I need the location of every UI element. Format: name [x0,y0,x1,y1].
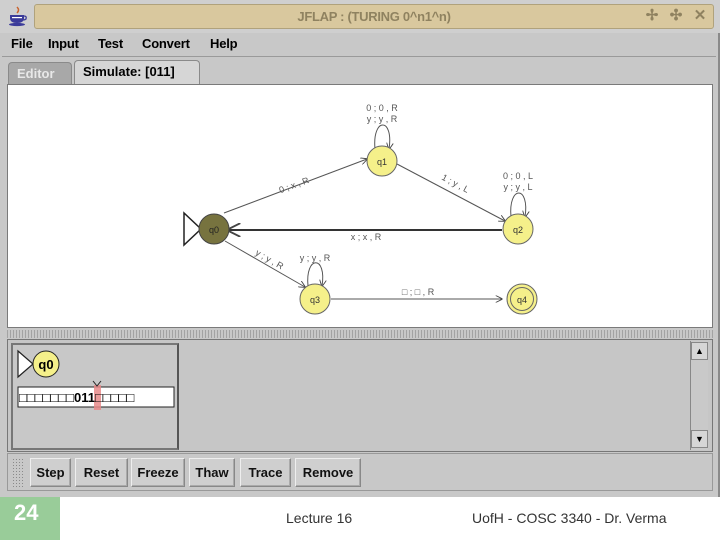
transition-label: y ; y , L [503,182,532,192]
transition-label: 1 ; y , L [440,172,471,195]
tape-contents: □□□□□□□011□□□□□ [19,390,134,405]
configuration-display: q0 □□□□□□□011□□□□□ [17,349,175,410]
jflap-window: JFLAP : (TURING 0^n1^n) ✢ ✣ ✕ File Input… [0,0,720,497]
state-label: q0 [209,225,219,235]
slide-footer: 24 Lecture 16 UofH - COSC 3340 - Dr. Ver… [0,497,720,540]
menu-input[interactable]: Input [48,36,79,51]
title-bar-background: JFLAP : (TURING 0^n1^n) [34,4,714,29]
transition-label: y ; y , R [367,114,398,124]
thaw-button[interactable]: Thaw [189,458,235,487]
lecture-label: Lecture 16 [286,510,353,526]
remove-button[interactable]: Remove [295,458,361,487]
slide-number: 24 [0,497,60,540]
title-bar[interactable]: JFLAP : (TURING 0^n1^n) ✢ ✣ ✕ [0,0,720,33]
trace-button[interactable]: Trace [240,458,291,487]
state-label: q3 [310,295,320,305]
minimize-icon[interactable]: ✢ [644,8,660,24]
transition-label: 0 ; 0 , L [503,171,533,181]
state-q0[interactable]: q0 [198,213,230,245]
loop-q3[interactable] [307,262,323,286]
tab-strip: Editor Simulate: [011] [2,58,716,84]
automaton-canvas[interactable]: q0 q1 q2 q3 q4 0 ; x , R 0 ; 0 , R y ; y… [7,84,713,328]
transition-label: □ ; □ , R [402,287,435,297]
menu-file[interactable]: File [11,36,33,51]
close-icon[interactable]: ✕ [692,8,708,24]
menu-convert[interactable]: Convert [142,36,190,51]
maximize-icon[interactable]: ✣ [668,8,684,24]
window-title: JFLAP : (TURING 0^n1^n) [297,9,451,24]
state-q1[interactable]: q1 [366,145,398,177]
freeze-button[interactable]: Freeze [131,458,185,487]
state-label: q2 [513,225,523,235]
state-label: q1 [377,157,387,167]
toolbar-grip[interactable] [12,458,24,488]
tab-editor[interactable]: Editor [8,62,72,84]
loop-q2[interactable] [510,192,526,217]
automaton-diagram: q0 q1 q2 q3 q4 0 ; x , R 0 ; 0 , R y ; y… [183,103,538,315]
transition-label: y ; y , R [254,247,286,271]
step-button[interactable]: Step [30,458,71,487]
scroll-up-button[interactable]: ▲ [691,342,708,360]
simulation-panel: q0 □□□□□□□011□□□□□ ▲ ▼ [7,339,713,452]
course-label: UofH - COSC 3340 - Dr. Verma [472,510,667,526]
initial-state-marker [17,349,34,379]
scroll-down-button[interactable]: ▼ [691,430,708,448]
initial-state-marker [183,211,203,247]
tab-simulate[interactable]: Simulate: [011] [74,60,200,84]
vertical-scrollbar[interactable]: ▲ ▼ [690,341,708,450]
state-label: q4 [517,295,527,305]
menu-bar: File Input Test Convert Help [2,33,716,57]
state-q2[interactable]: q2 [502,213,534,245]
state-q4[interactable]: q4 [506,283,538,315]
transition-label: 0 ; 0 , R [366,103,398,113]
split-pane-divider[interactable] [7,330,713,338]
configuration-card[interactable]: q0 □□□□□□□011□□□□□ [11,343,179,450]
simulator-toolbar: Step Reset Freeze Thaw Trace Remove [7,453,713,491]
state-q3[interactable]: q3 [299,283,331,315]
edge-q0-q3[interactable] [224,240,305,287]
java-cup-icon[interactable] [6,5,28,27]
transition-label: x ; x , R [351,232,382,242]
current-state-label: q0 [38,357,53,372]
menu-test[interactable]: Test [98,36,123,51]
menu-help[interactable]: Help [210,36,238,51]
loop-q1[interactable] [374,124,390,149]
edge-q1-q2[interactable] [396,163,505,221]
transition-label: y ; y , R [300,253,331,263]
transition-label: 0 ; x , R [278,175,311,195]
reset-button[interactable]: Reset [75,458,128,487]
